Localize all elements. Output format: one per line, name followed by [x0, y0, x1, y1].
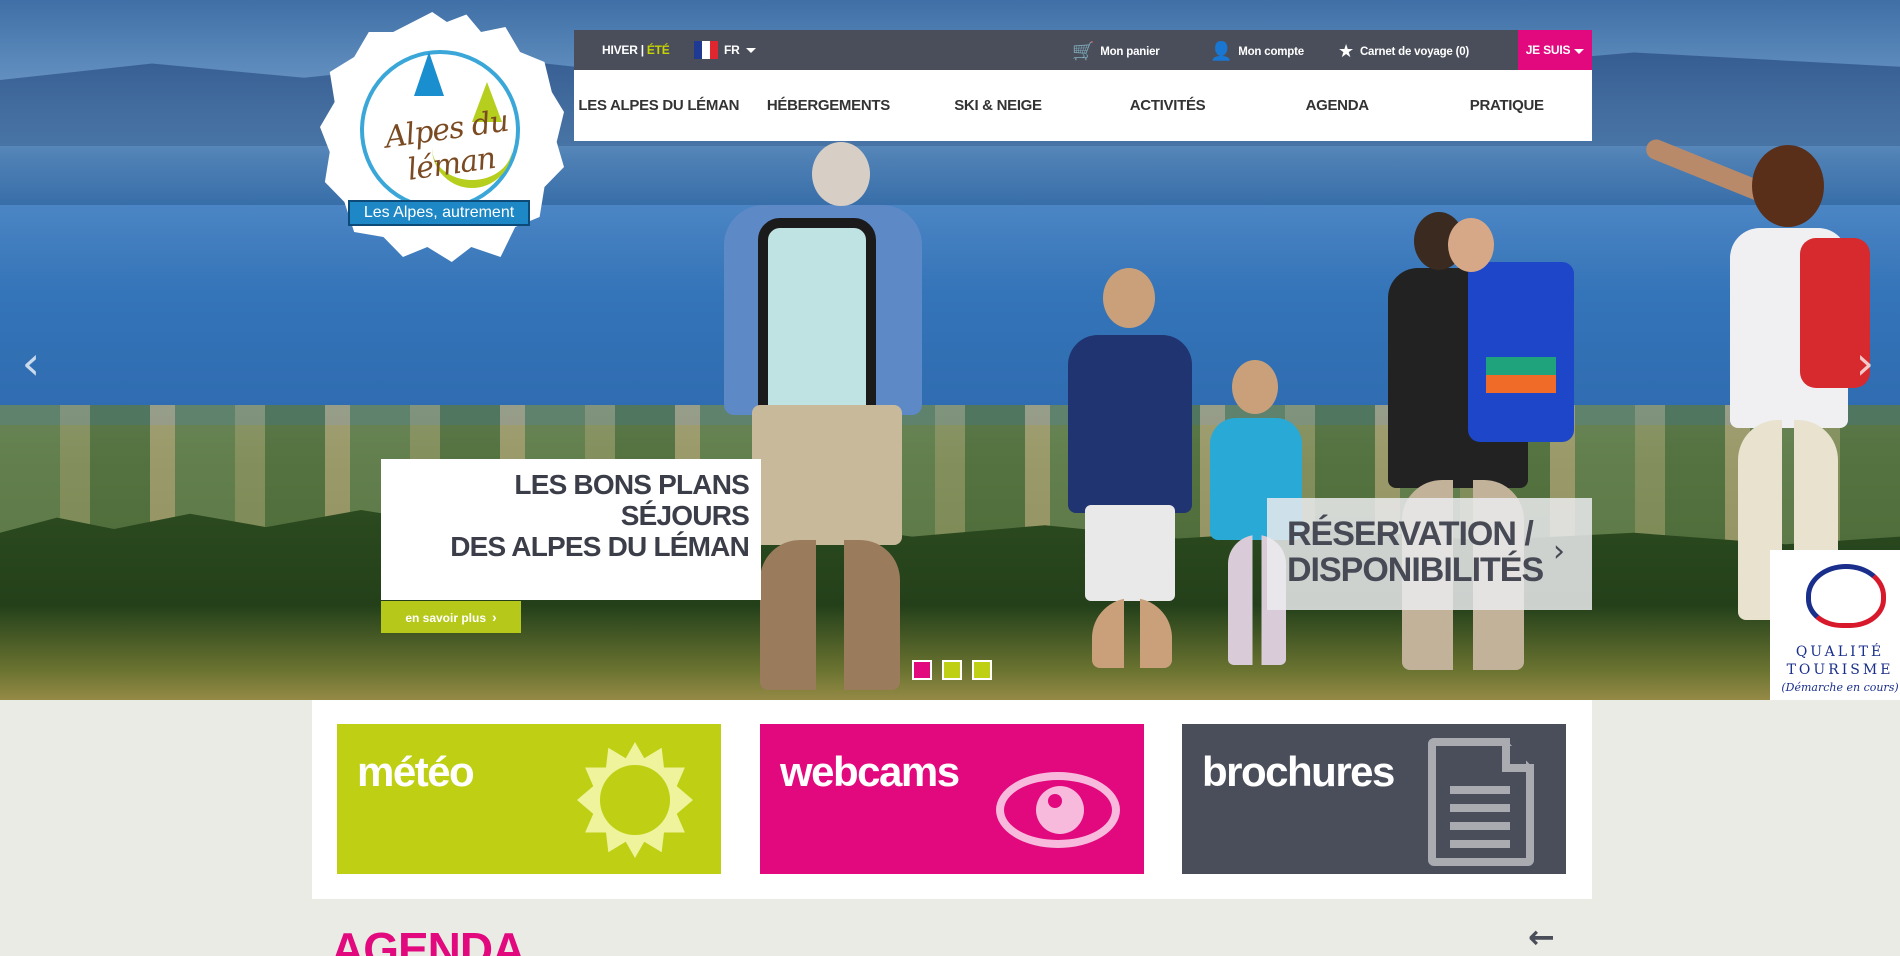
boy-shorts [1085, 505, 1175, 601]
meteo-label: météo [357, 748, 475, 795]
user-icon: 👤 [1210, 41, 1233, 62]
boy-figure [1068, 335, 1192, 513]
toddler-head [1448, 218, 1494, 272]
slider-dot[interactable] [942, 660, 962, 680]
document-line [1450, 804, 1510, 812]
main-navigation: LES ALPES DU LÉMAN HÉBERGEMENTS SKI & NE… [574, 70, 1592, 141]
promo-box: LES BONS PLANS SÉJOURS DES ALPES DU LÉMA… [381, 459, 761, 600]
meteo-tile[interactable]: météo [337, 724, 721, 874]
trip-book-label: Carnet de voyage (0) [1359, 45, 1470, 58]
boy-head [1103, 268, 1155, 328]
qualite-line2: TOURISME [1786, 662, 1894, 678]
sun-icon [577, 742, 693, 858]
star-icon: ★ [1338, 41, 1354, 62]
agenda-heading: AGENDA [331, 923, 525, 956]
nav-item-alpes-du-leman[interactable]: LES ALPES DU LÉMAN [574, 70, 744, 141]
qualite-tourisme-badge[interactable]: QUALITÉ TOURISME (Démarche en cours) [1770, 550, 1900, 700]
brochures-label: brochures [1202, 748, 1395, 795]
french-flag-icon [694, 41, 718, 59]
reservation-box[interactable]: RÉSERVATION / DISPONIBILITÉS › [1267, 498, 1592, 610]
nav-item-agenda[interactable]: AGENDA [1252, 70, 1422, 141]
webcams-label: webcams [780, 748, 960, 795]
hiker-head [812, 142, 870, 206]
chevron-right-icon: › [1553, 534, 1565, 569]
account-label: Mon compte [1238, 45, 1304, 58]
reservation-line2: DISPONIBILITÉS [1287, 551, 1544, 589]
document-fold [1502, 738, 1534, 772]
chevron-right-icon: › [492, 609, 497, 625]
account-link[interactable]: 👤 Mon compte [1210, 41, 1304, 62]
nav-item-activites[interactable]: ACTIVITÉS [1083, 70, 1253, 141]
season-winter-link[interactable]: HIVER [602, 43, 638, 57]
season-switch: HIVER | ÉTÉ [602, 43, 670, 57]
promo-title-line1: LES BONS PLANS SÉJOURS [514, 469, 749, 531]
season-summer-link[interactable]: ÉTÉ [647, 43, 670, 57]
nav-item-ski-neige[interactable]: SKI & NEIGE [913, 70, 1083, 141]
reservation-line1: RÉSERVATION / [1287, 515, 1534, 553]
qualite-sub: (Démarche en cours) [1781, 681, 1899, 694]
je-suis-label: JE SUIS [1525, 43, 1571, 57]
promo-more-button[interactable]: en savoir plus › [381, 601, 521, 633]
chevron-down-icon [745, 47, 756, 53]
nav-item-pratique[interactable]: PRATIQUE [1422, 70, 1592, 141]
cart-icon: 🛒 [1072, 41, 1095, 62]
brochures-tile[interactable]: brochures [1182, 724, 1566, 874]
document-line [1450, 822, 1510, 830]
je-suis-button[interactable]: JE SUIS [1518, 30, 1592, 70]
language-label: FR [724, 43, 740, 57]
slider-dots [912, 660, 992, 680]
logo-tagline: Les Alpes, autrement [348, 200, 530, 226]
top-bar: HIVER | ÉTÉ FR 🛒 Mon panier 👤 Mon compte ★… [574, 30, 1592, 70]
slider-next-icon[interactable]: › [1846, 340, 1884, 386]
arrow-left-icon[interactable]: ← [1528, 918, 1555, 956]
promo-title-line2: DES ALPES DU LÉMAN [450, 531, 750, 562]
child-carrier [1468, 262, 1574, 442]
cart-link[interactable]: 🛒 Mon panier [1072, 41, 1160, 62]
hiker-backpack [758, 218, 876, 428]
lake [0, 205, 1900, 425]
chevron-down-icon [1574, 49, 1585, 54]
nav-item-hebergements[interactable]: HÉBERGEMENTS [744, 70, 914, 141]
season-separator: | [640, 43, 644, 57]
qualite-line1: QUALITÉ [1795, 644, 1885, 660]
trip-book-link[interactable]: ★ Carnet de voyage (0) [1338, 41, 1469, 62]
site-logo[interactable]: Alpes du léman Les Alpes, autrement [312, 0, 570, 282]
slider-dot[interactable] [912, 660, 932, 680]
slider-prev-icon[interactable]: ‹ [12, 340, 50, 386]
document-line [1450, 840, 1510, 848]
promo-more-label: en savoir plus [405, 611, 487, 625]
girl-head [1232, 360, 1278, 414]
qualite-tourisme-logo-icon [1806, 564, 1886, 628]
hiker-legs [760, 540, 900, 690]
hiker-shorts [752, 405, 902, 545]
language-selector[interactable]: FR [694, 41, 756, 59]
webcams-tile[interactable]: webcams [760, 724, 1144, 874]
eye-icon [996, 772, 1120, 848]
slider-dot[interactable] [972, 660, 992, 680]
cart-label: Mon panier [1100, 45, 1160, 58]
boy-legs [1092, 598, 1172, 668]
document-line [1450, 786, 1510, 794]
woman-head [1752, 145, 1824, 227]
